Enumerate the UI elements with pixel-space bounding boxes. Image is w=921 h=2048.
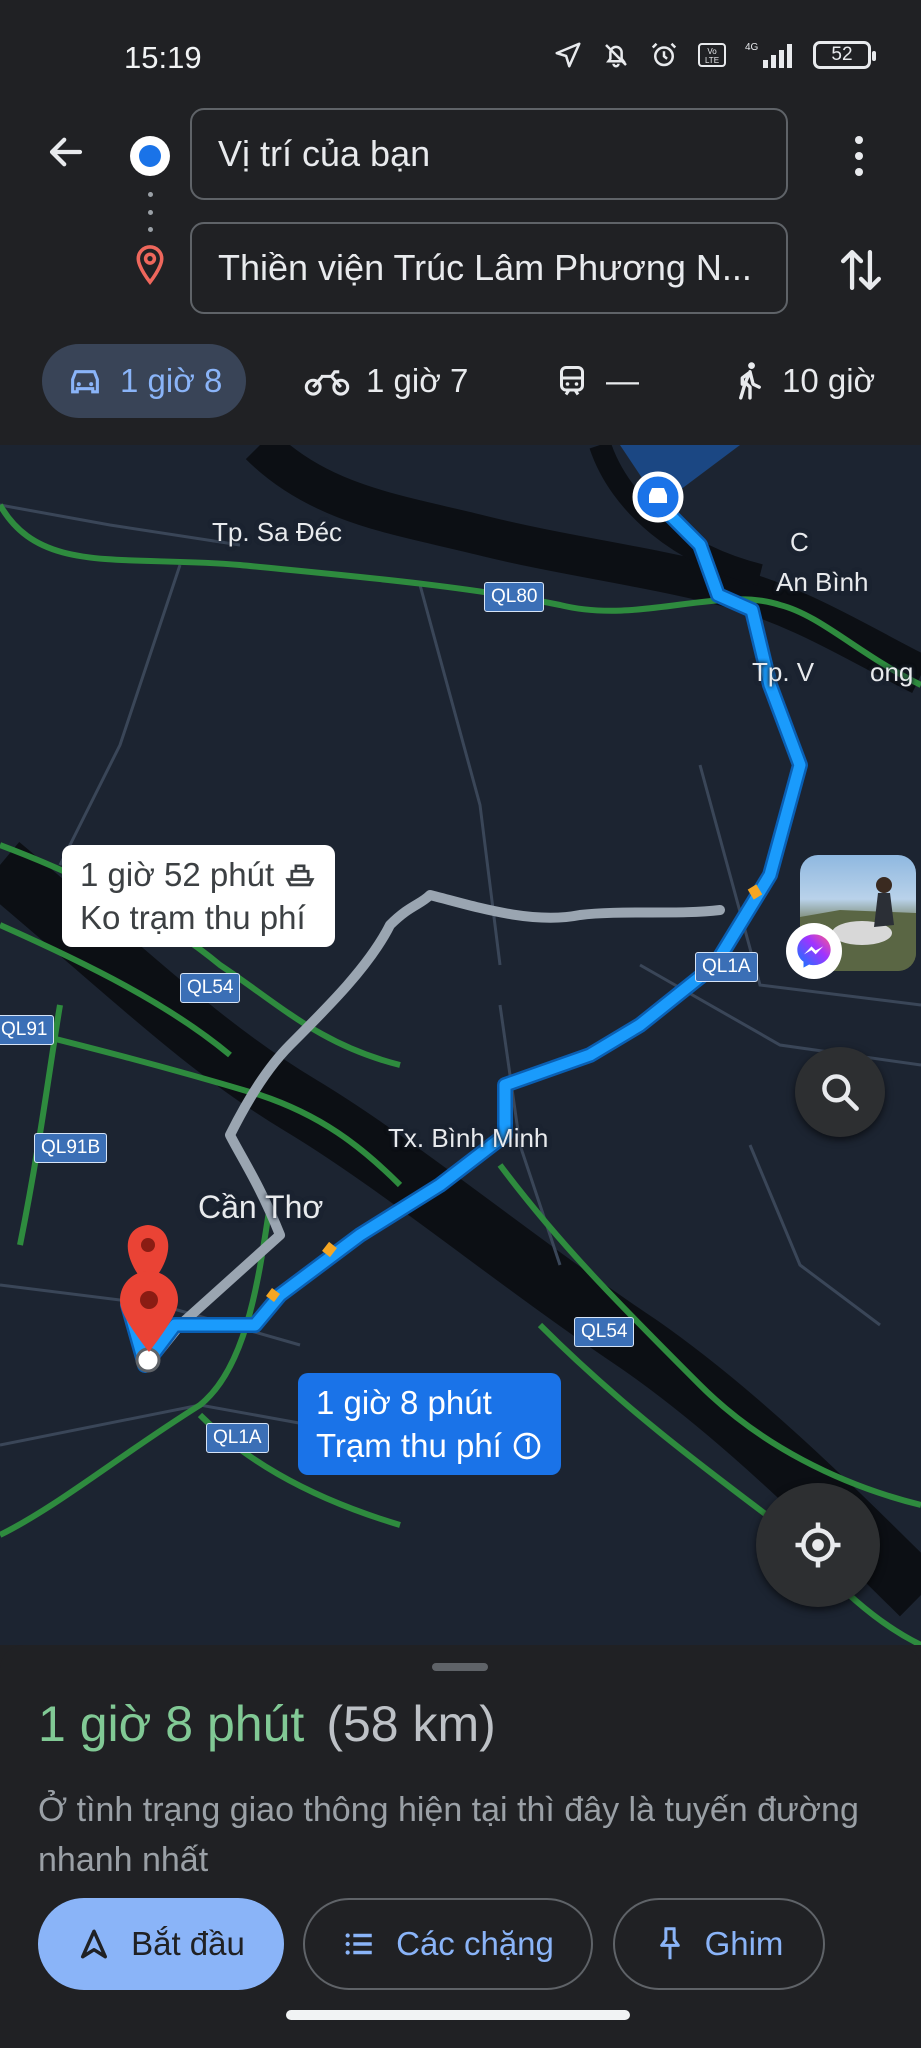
navigation-arrow-icon <box>81 1929 108 1959</box>
route-summary-sheet[interactable]: 1 giờ 8 phút (58 km) Ở tình trạng giao t… <box>0 1645 921 2048</box>
steps-button[interactable]: Các chặng <box>303 1898 593 1990</box>
motorbike-icon <box>304 370 350 396</box>
steps-button-label: Các chặng <box>396 1925 554 1962</box>
place-c-partial: C <box>790 527 809 557</box>
place-can-tho: Cần Thơ <box>198 1189 324 1225</box>
svg-text:Vo: Vo <box>707 47 717 56</box>
mute-bell-icon <box>599 38 633 72</box>
route-connector <box>147 192 153 232</box>
swap-icon <box>841 250 881 291</box>
my-location-button[interactable] <box>756 1483 880 1607</box>
back-arrow-icon <box>49 137 83 167</box>
road-ql91: QL91 <box>0 1015 55 1045</box>
summary-note: Ở tình trạng giao thông hiện tại thì đây… <box>38 1791 859 1879</box>
home-indicator[interactable] <box>286 2010 630 2020</box>
messenger-glyph <box>797 934 831 968</box>
mode-car-label: 1 giờ 8 <box>120 362 223 399</box>
place-sa-dec: Tp. Sa Đéc <box>212 517 343 547</box>
svg-text:4G: 4G <box>745 42 759 53</box>
road-ql1a-bottom: QL1A <box>206 1423 269 1453</box>
more-options-button[interactable] <box>837 130 881 182</box>
mode-motorbike[interactable]: 1 giờ 7 <box>280 344 492 418</box>
place-vinh-long: Tp. V <box>752 657 815 687</box>
walk-icon <box>739 362 761 400</box>
map-view[interactable]: Tp. Sa Đéc C An Bình Tp. V ong Tx. Bình … <box>0 445 921 1645</box>
back-button[interactable] <box>40 126 92 178</box>
travel-modes: 1 giờ 8 1 giờ 7 — 10 giờ <box>0 340 921 440</box>
list-icon <box>345 1933 372 1955</box>
summary-duration: 1 giờ 8 phút <box>38 1696 305 1752</box>
start-button-label: Bắt đầu <box>131 1925 245 1962</box>
search-icon <box>822 1074 859 1111</box>
origin-text: Vị trí của bạn <box>218 133 431 174</box>
pin-button[interactable]: Ghim <box>613 1898 825 1990</box>
destination-pin-icon <box>132 244 168 288</box>
mode-car[interactable]: 1 giờ 8 <box>42 344 247 418</box>
messenger-icon[interactable] <box>786 923 842 979</box>
status-icons: Vo LTE 4G 52 <box>551 38 876 72</box>
car-icon <box>71 370 99 394</box>
mode-transit[interactable]: — <box>530 344 663 418</box>
status-bar: 15:19 Vo LTE 4G 52 <box>0 0 921 110</box>
road-ql91b: QL91B <box>34 1133 108 1163</box>
place-vinh-long-tail: ong <box>870 657 914 687</box>
status-time: 15:19 <box>124 40 202 75</box>
road-ql54-left: QL54 <box>180 973 241 1003</box>
river-tien <box>245 445 921 693</box>
toll-icon <box>513 1432 541 1460</box>
directions-header: Vị trí của bạn Thiền viện Trúc Lâm Phươn… <box>0 100 921 445</box>
destination-field[interactable]: Thiền viện Trúc Lâm Phương N... <box>190 222 788 314</box>
main-route-callout[interactable]: 1 giờ 8 phút Trạm thu phí <box>298 1373 562 1475</box>
search-map-button[interactable] <box>795 1047 885 1137</box>
mode-walk-label: 10 giờ <box>782 362 876 399</box>
train-icon <box>560 366 584 396</box>
ferry-icon <box>285 864 315 887</box>
alarm-icon <box>647 38 681 72</box>
signal-4g-icon: 4G <box>743 38 799 72</box>
road-ql54-right: QL54 <box>574 1317 635 1347</box>
origin-field[interactable]: Vị trí của bạn <box>190 108 788 200</box>
start-button[interactable]: Bắt đầu <box>38 1898 284 1990</box>
location-arrow-icon <box>551 38 585 72</box>
destination-text: Thiền viện Trúc Lâm Phương N... <box>218 247 752 288</box>
route-summary: 1 giờ 8 phút (58 km) <box>38 1695 496 1753</box>
road-ql1a-top: QL1A <box>695 952 758 982</box>
battery-indicator: 52 <box>813 41 876 69</box>
alternate-route-duration: 1 giờ 52 phút <box>80 856 275 893</box>
svg-text:LTE: LTE <box>705 56 719 65</box>
destination-pin-large <box>120 1271 178 1352</box>
drag-handle[interactable] <box>432 1663 488 1671</box>
alternate-route-note: Ko trạm thu phí <box>80 899 306 936</box>
pin-button-label: Ghim <box>704 1925 784 1962</box>
alternate-route-callout[interactable]: 1 giờ 52 phút Ko trạm thu phí <box>62 845 336 947</box>
origin-dot-icon <box>130 136 170 176</box>
place-an-binh: An Bình <box>776 567 869 597</box>
mode-walk[interactable]: 10 giờ <box>710 344 899 418</box>
current-location-marker <box>620 445 740 523</box>
main-route-note: Trạm thu phí <box>316 1427 502 1464</box>
pin-icon <box>659 1927 680 1960</box>
main-route-duration: 1 giờ 8 phút <box>316 1384 492 1421</box>
place-binh-minh: Tx. Bình Minh <box>388 1123 549 1153</box>
swap-locations-button[interactable] <box>831 240 891 300</box>
mode-motorbike-label: 1 giờ 7 <box>366 362 469 399</box>
road-ql80: QL80 <box>484 582 545 612</box>
crosshair-icon <box>795 1522 841 1568</box>
summary-distance: (58 km) <box>326 1696 496 1752</box>
mode-transit-label: — <box>606 362 639 399</box>
volte-icon: Vo LTE <box>695 38 729 72</box>
